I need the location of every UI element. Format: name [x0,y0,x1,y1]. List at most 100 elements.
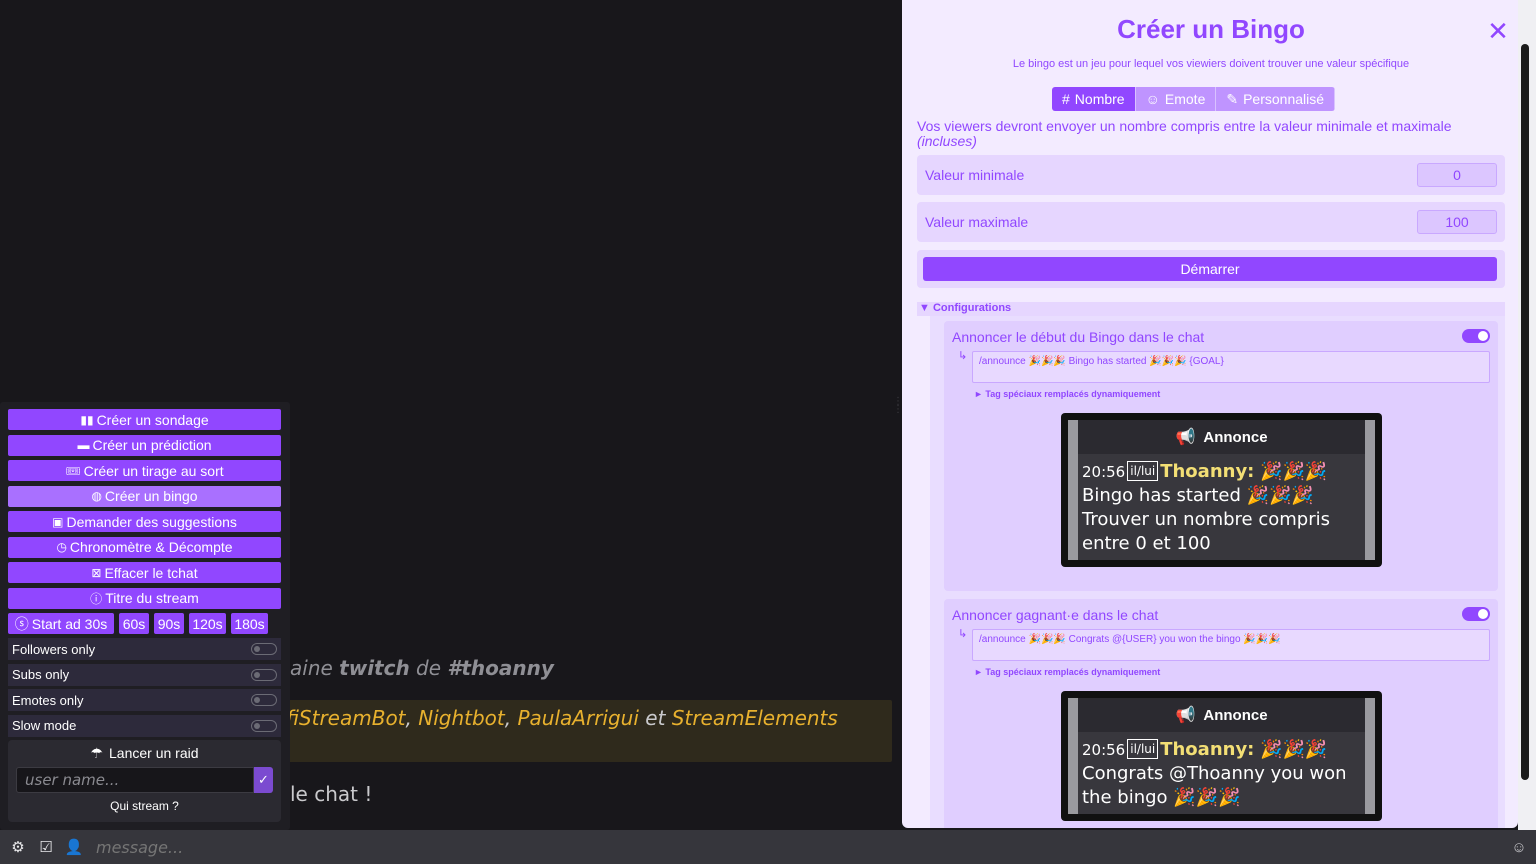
followers-only-row: Followers only [8,638,281,660]
announce-winner-card: Annoncer gagnant·e dans le chat ↳ /annou… [944,599,1498,828]
bingo-icon: ◍ [91,489,102,503]
button-label: Créer un tirage au sort [83,462,224,479]
modal-title: Créer un Bingo [1117,14,1305,44]
bingo-hint: Vos viewers devront envoyer un nombre co… [917,119,1507,149]
preview-header: 📢 Annonce [1078,698,1365,732]
raid-title: ☂ Lancer un raid [16,745,273,762]
timer-icon: ◷ [56,540,67,554]
max-value-input[interactable] [1417,210,1497,234]
ad-60-button[interactable]: 60s [119,613,149,634]
close-icon[interactable]: ✕ [1486,18,1510,46]
toggle-label: Emotes only [12,692,84,708]
button-label: 60s [122,615,146,632]
chat-bold-text: #thoanny [447,656,554,680]
followers-only-toggle[interactable] [251,643,277,655]
start-ad-30-button[interactable]: ⓢ Start ad 30s [8,613,114,634]
chat-message: aine twitch de #thoanny [290,656,554,680]
smile-icon: ☺ [1145,91,1160,107]
announce-start-toggle[interactable] [1462,329,1490,343]
user-icon[interactable]: 👤 [62,835,86,859]
preview-user: Thoanny: [1160,461,1255,482]
chat-sep: , [405,706,419,730]
tab-custom[interactable]: ✎ Personnalisé [1216,87,1336,111]
chat-user: Nightbot [418,706,505,730]
clear-chat-icon: ⊠ [91,565,102,580]
edit-icon[interactable]: ☑ [34,835,58,859]
raid-submit-button[interactable]: ✓ [254,767,273,794]
hint-italic: (incluses) [917,133,977,149]
create-raffle-button[interactable]: 🎟 Créer un tirage au sort [8,460,281,481]
preview-user: Thoanny: [1160,739,1255,760]
tools-panel: ▮▮ Créer un sondage ▬ Créer un prédiction … [0,402,290,830]
info-icon: ⓘ [90,591,103,606]
timer-button[interactable]: ◷ Chronomètre & Décompte [8,536,281,558]
emoji-icon[interactable]: ☺ [1508,836,1530,858]
preview-message: 20:56 il/lui Thoanny: 🎉🎉🎉 Congrats @Thoann… [1078,732,1365,814]
special-tags-link[interactable]: ► Tag spéciaux remplacés dynamiquement [974,389,1160,399]
configurations-body: Annoncer le début du Bingo dans le chat … [930,316,1505,828]
button-label: 180s [234,615,265,632]
chat-user: fiStreamBot [286,706,406,730]
ad-90-button[interactable]: 90s [154,613,184,634]
tab-label: Emote [1164,91,1206,107]
min-value-label: Valeur minimale [925,167,1025,183]
preview-message: 20:56 il/lui Thoanny: 🎉🎉🎉 Bingo has starte… [1078,454,1365,560]
tab-number[interactable]: # Nombre [1052,87,1136,111]
button-label: Chronomètre & Décompte [69,539,233,555]
preview-body: 📢 Annonce 20:56 il/lui Thoanny: 🎉🎉🎉 Bingo h… [1068,420,1375,560]
chat-sep: et [638,706,672,730]
button-label: Titre du stream [105,590,199,606]
suggestion-icon: ▣ [52,514,64,529]
ask-suggestions-button[interactable]: ▣ Demander des suggestions [8,511,281,532]
button-label: Créer un bingo [104,488,198,504]
raid-title-text: Lancer un raid [109,745,199,762]
raid-username-input[interactable] [16,767,254,794]
announce-winner-command[interactable]: /announce 🎉🎉🎉 Congrats @{USER} you won t… [972,629,1490,661]
megaphone-icon: 📢 [1175,707,1196,724]
preview-header: 📢 Annonce [1078,420,1365,454]
pencil-icon: ✎ [1226,90,1239,107]
parachute-icon: ☂ [90,745,104,762]
announce-winner-toggle[interactable] [1462,607,1490,621]
chat-bold-text: twitch [339,656,410,680]
raid-input-group: ✓ [16,767,273,794]
max-value-label: Valeur maximale [925,214,1029,230]
min-value-input[interactable] [1417,163,1497,187]
subs-only-toggle[interactable] [251,668,277,681]
subs-only-row: Subs only [8,663,281,686]
stream-title-button[interactable]: ⓘ Titre du stream [8,587,281,609]
emotes-only-toggle[interactable] [251,694,277,707]
tab-emote[interactable]: ☺ Emote [1135,87,1217,111]
create-prediction-button[interactable]: ▬ Créer un prédiction [8,434,281,456]
announce-start-command[interactable]: /announce 🎉🎉🎉 Bingo has started 🎉🎉🎉 {GOA… [972,351,1490,383]
button-label: 90s [157,615,181,632]
message-input[interactable] [96,837,1456,857]
clear-chat-button[interactable]: ⊠ Effacer le tchat [8,562,281,583]
create-poll-button[interactable]: ▮▮ Créer un sondage [8,409,281,430]
chat-user: PaulaArrigui [517,706,639,730]
slow-mode-toggle[interactable] [251,719,277,732]
configurations-toggle[interactable]: ▼ Configurations [917,302,1505,316]
who-streams-link[interactable]: Qui stream ? [16,799,273,813]
gear-icon[interactable]: ⚙ [6,835,30,859]
toggle-label: Followers only [12,641,96,657]
megaphone-icon: 📢 [1175,429,1196,446]
button-label: Créer un prédiction [92,437,212,453]
hint-text: Vos viewers devront envoyer un nombre co… [917,118,1452,134]
scrollbar-thumb[interactable] [1521,44,1529,780]
hash-icon: # [1062,91,1070,107]
start-button[interactable]: Démarrer [923,257,1497,281]
create-bingo-button[interactable]: ◍ Créer un bingo [8,485,281,507]
start-wrap: Démarrer [917,250,1505,288]
special-tags-link[interactable]: ► Tag spéciaux remplacés dynamiquement [974,667,1160,677]
chat-message: le chat ! [290,782,373,806]
app-root: aine twitch de #thoanny fiStreamBot, Nig… [0,0,1536,864]
ad-180-button[interactable]: 180s [231,613,268,634]
resize-handle[interactable]: ⋮ ⋮ [893,397,903,432]
announce-start-label: Annoncer le début du Bingo dans le chat [952,329,1205,345]
max-value-row: Valeur maximale [917,202,1505,242]
toggle-label: Subs only [12,667,70,683]
ad-120-button[interactable]: 120s [189,613,226,634]
preview-time: 20:56 [1082,741,1126,759]
bingo-modal: Créer un Bingo ✕ Le bingo est un jeu pou… [902,0,1518,828]
